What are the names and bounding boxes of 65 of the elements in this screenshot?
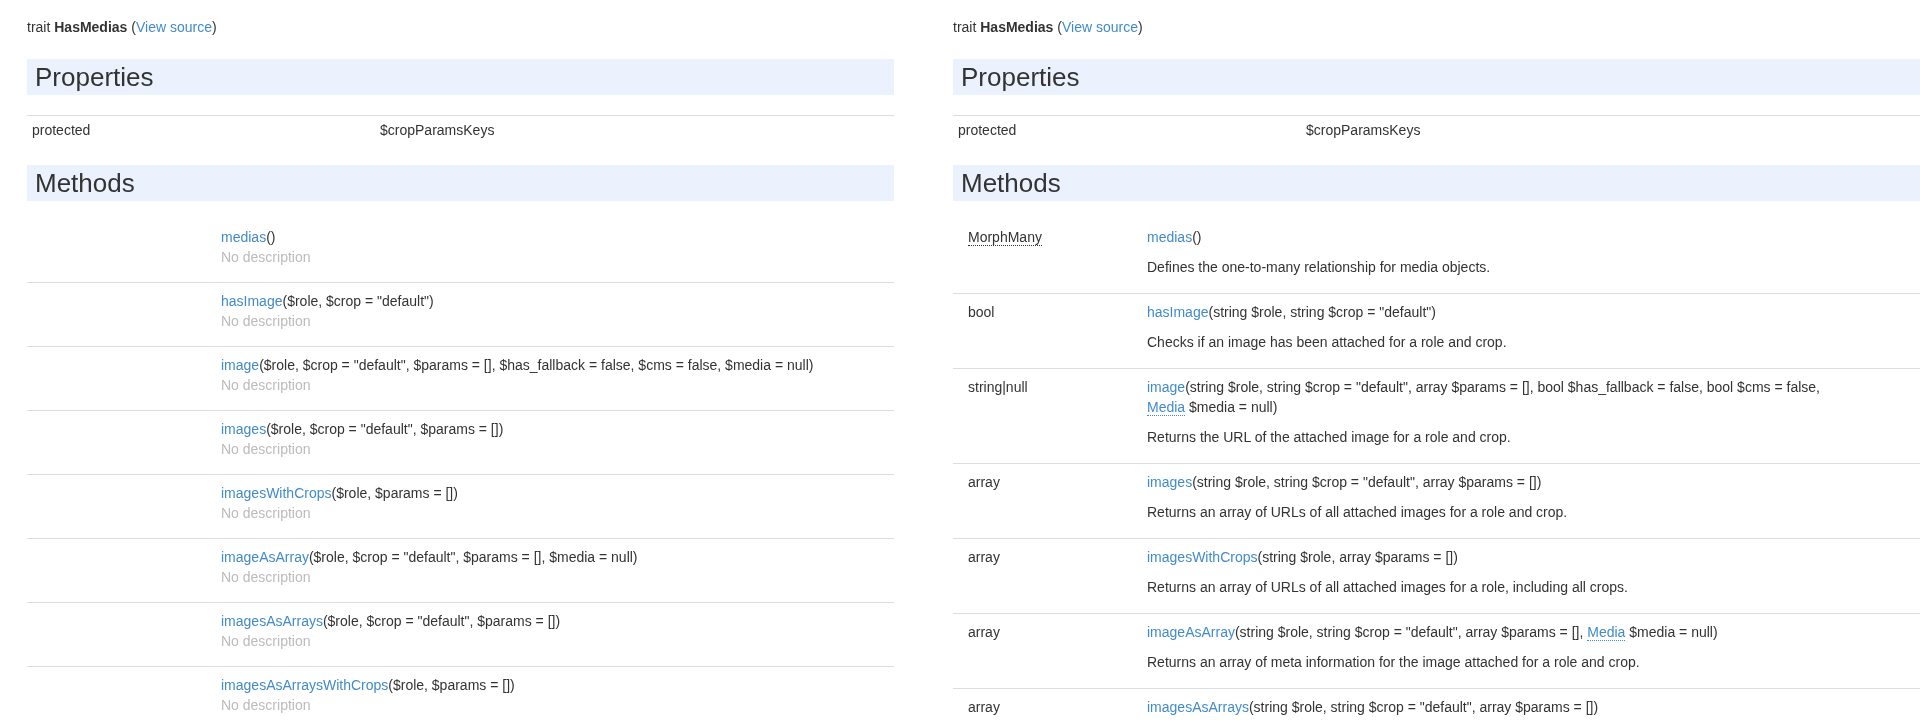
method-link[interactable]: medias xyxy=(1147,229,1193,245)
method-signature: hasImage($role, $crop = "default") xyxy=(221,292,434,311)
section-heading: Methods xyxy=(953,165,1920,201)
return-type: string|null xyxy=(968,379,1028,395)
return-type: array xyxy=(968,549,1000,565)
method-signature: hasImage(string $role, string $crop = "default") xyxy=(1147,303,1436,322)
no-description-text: No description xyxy=(221,568,311,587)
method-signature: images(string $role, string $crop = "default", array $params = []) xyxy=(1147,473,1542,492)
method-signature: imagesAsArrays(string $role, string $crop = "default", array $params = []) xyxy=(1147,698,1599,717)
no-description-text: No description xyxy=(221,632,311,651)
method-link[interactable]: images xyxy=(1147,474,1193,490)
method-signature: imageAsArray($role, $crop = "default", $params = [], $media = null) xyxy=(221,548,638,567)
method-signature: imagesWithCrops($role, $params = []) xyxy=(221,484,458,503)
no-description-text: No description xyxy=(221,376,311,395)
property-visibility: protected xyxy=(31,121,92,140)
method-signature: images($role, $crop = "default", $params = []) xyxy=(221,420,504,439)
method-signature: imagesWithCrops(string $role, array $params = []) xyxy=(1147,548,1458,567)
return-type: array xyxy=(968,474,1000,490)
method-link[interactable]: imageAsArray xyxy=(221,549,309,565)
method-signature: imageAsArray(string $role, string $crop = "default", array $params = [], Media $media = null) xyxy=(1147,623,1718,642)
method-link[interactable]: image xyxy=(1147,379,1186,395)
method-link[interactable]: medias xyxy=(221,229,267,245)
method-link[interactable]: imagesAsArraysWithCrops xyxy=(221,677,389,693)
method-signature: medias() xyxy=(221,228,276,247)
method-description: Returns an array of meta information for the image attached for a role and crop. xyxy=(1147,653,1640,672)
method-signature: imagesAsArrays($role, $crop = "default", $params = []) xyxy=(221,612,561,631)
no-description-text: No description xyxy=(221,696,311,715)
property-name: $cropParamsKeys xyxy=(379,121,495,140)
method-description: Returns an array of URLs of all attached images for a role and crop. xyxy=(1147,503,1568,522)
method-description: Returns the URL of the attached image for a role and crop. xyxy=(1147,428,1511,447)
trait-title: trait HasMedias (View source) xyxy=(953,18,1143,37)
method-signature: medias() xyxy=(1147,228,1202,247)
method-link[interactable]: imagesAsArrays xyxy=(221,613,323,629)
type-link[interactable]: Media xyxy=(1147,399,1186,416)
method-link[interactable]: imagesWithCrops xyxy=(1147,549,1258,565)
view-source-link[interactable]: View source xyxy=(1061,19,1138,35)
return-type: array xyxy=(968,699,1000,715)
return-type: bool xyxy=(968,304,995,320)
return-type: array xyxy=(968,624,1000,640)
no-description-text: No description xyxy=(221,440,311,459)
method-signature: imagesAsArraysWithCrops($role, $params = []) xyxy=(221,676,515,695)
section-heading: Properties xyxy=(27,59,894,95)
method-description: Returns an array of URLs of all attached images for a role, including all crops. xyxy=(1147,578,1628,597)
method-link[interactable]: images xyxy=(221,421,267,437)
method-link[interactable]: imagesAsArrays xyxy=(1147,699,1249,715)
property-visibility: protected xyxy=(957,121,1018,140)
method-signature: image(string $role, string $crop = "default", array $params = [], bool $has_fallback = false, bool $cms = false, Media $media = null) xyxy=(1147,378,1821,417)
method-link[interactable]: imagesWithCrops xyxy=(221,485,332,501)
trait-title: trait HasMedias (View source) xyxy=(27,18,217,37)
property-name: $cropParamsKeys xyxy=(1305,121,1421,140)
no-description-text: No description xyxy=(221,248,311,267)
section-heading: Properties xyxy=(953,59,1920,95)
method-link[interactable]: hasImage xyxy=(1147,304,1209,320)
section-heading: Methods xyxy=(27,165,894,201)
method-description: Checks if an image has been attached for a role and crop. xyxy=(1147,333,1507,352)
method-link[interactable]: hasImage xyxy=(221,293,283,309)
method-link[interactable]: imageAsArray xyxy=(1147,624,1235,640)
method-signature: image($role, $crop = "default", $params = [], $has_fallback = false, $cms = false, $media = null) xyxy=(221,356,814,375)
no-description-text: No description xyxy=(221,312,311,331)
no-description-text: No description xyxy=(221,504,311,523)
type-link[interactable]: Media xyxy=(1587,624,1626,641)
view-source-link[interactable]: View source xyxy=(135,19,212,35)
method-link[interactable]: image xyxy=(221,357,260,373)
return-type: MorphMany xyxy=(968,229,1042,246)
method-description: Defines the one-to-many relationship for media objects. xyxy=(1147,258,1491,277)
